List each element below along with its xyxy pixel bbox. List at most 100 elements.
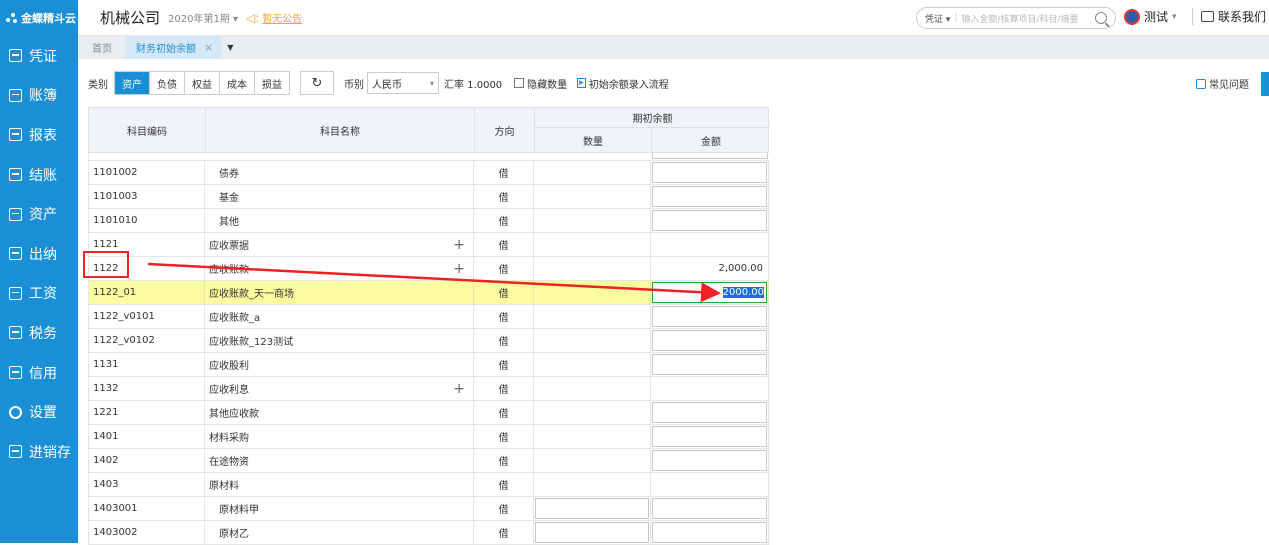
table-row[interactable]: 1122 应收账款 + 借 2,000.00 xyxy=(88,256,769,281)
tab-home[interactable]: 首页 xyxy=(78,40,126,55)
cell-code: 1131 xyxy=(88,352,205,377)
table-row[interactable]: 1122_v0101 应收账款_a 借 xyxy=(88,304,769,329)
cell-name: 应收账款_123测试 xyxy=(205,328,474,353)
cell-code: 1101010 xyxy=(88,208,205,233)
table-row[interactable]: 1121 应收票据 + 借 xyxy=(88,232,769,257)
cell-qty xyxy=(534,448,651,473)
amount-input[interactable] xyxy=(652,498,767,519)
tab-opening-balance[interactable]: 财务初始余额 × xyxy=(126,36,222,59)
tab-dropdown-icon[interactable]: ▼ xyxy=(227,43,233,52)
amount-input[interactable] xyxy=(652,306,767,327)
amount-input[interactable] xyxy=(652,210,767,231)
category-label: 类别 xyxy=(88,79,108,91)
add-sub-account-icon[interactable]: + xyxy=(453,237,465,253)
search-type-select[interactable]: 凭证 ▾ xyxy=(925,12,950,25)
hide-qty-checkbox[interactable] xyxy=(514,78,525,88)
category-tab-1[interactable]: 负债 xyxy=(150,72,185,94)
col-amount-header: 金额 xyxy=(701,136,721,148)
add-sub-account-icon[interactable]: + xyxy=(453,381,465,397)
amount-input[interactable] xyxy=(652,162,767,183)
chat-icon xyxy=(1201,11,1214,22)
avatar xyxy=(1124,8,1140,25)
company-name[interactable]: 机械公司 xyxy=(100,7,160,28)
sidebar-item-3[interactable]: 结账 xyxy=(0,155,78,195)
contact-label: 联系我们 xyxy=(1218,10,1267,24)
sidebar-item-10[interactable]: 进销存 xyxy=(0,432,78,472)
currency-value: 人民币 xyxy=(372,79,402,91)
amount-input[interactable] xyxy=(652,330,767,351)
flow-link[interactable]: 初始余额录入流程 xyxy=(589,76,669,91)
contact-us-button[interactable]: 联系我们 xyxy=(1192,8,1266,25)
refresh-button[interactable]: ↻ xyxy=(300,71,334,95)
close-icon[interactable]: × xyxy=(204,41,213,54)
table-row[interactable]: 1101003 基金 借 xyxy=(88,184,769,209)
sidebar-item-label: 出纳 xyxy=(29,246,57,263)
side-panel-handle[interactable] xyxy=(1261,72,1269,96)
amount-input[interactable]: 2000.00 xyxy=(652,282,767,303)
cell-code: 1122_v0101 xyxy=(88,304,205,329)
amount-input[interactable] xyxy=(652,522,767,543)
cell-name: 原材料甲 xyxy=(205,496,474,521)
cell-qty xyxy=(534,304,651,329)
category-tab-4[interactable]: 损益 xyxy=(255,72,289,94)
cell-direction: 借 xyxy=(474,376,534,401)
cell-qty xyxy=(534,232,651,257)
add-sub-account-icon[interactable]: + xyxy=(453,261,465,277)
period-selector[interactable]: 2020年第1期 ▾ xyxy=(168,10,238,25)
sidebar-item-label: 设置 xyxy=(29,405,57,422)
table-row[interactable]: 1403001 原材料甲 借 xyxy=(88,496,769,521)
sidebar-item-7[interactable]: 税务 xyxy=(0,313,78,353)
cell-qty xyxy=(534,520,651,545)
table-row[interactable]: 1132 应收利息 + 借 xyxy=(88,376,769,401)
cell-code: 1402 xyxy=(88,448,205,473)
logo[interactable]: 金蝶精斗云 xyxy=(0,0,78,36)
table-row[interactable]: 1101002 债券 借 xyxy=(88,160,769,185)
sidebar-item-5[interactable]: 出纳 xyxy=(0,234,78,274)
table-row[interactable]: 1131 应收股利 借 xyxy=(88,352,769,377)
sidebar-item-8[interactable]: 信用 xyxy=(0,353,78,393)
tab-bar: 首页 财务初始余额 × ▼ xyxy=(78,36,1269,59)
sidebar-item-4[interactable]: 资产 xyxy=(0,194,78,234)
table-row[interactable]: 1402 在途物资 借 xyxy=(88,448,769,473)
user-menu[interactable]: 测试 ▾ xyxy=(1124,8,1177,25)
currency-select[interactable]: 人民币 ▾ xyxy=(367,72,439,94)
table-row[interactable]: 1122_v0102 应收账款_123测试 借 xyxy=(88,328,769,353)
amount-input[interactable] xyxy=(652,426,767,447)
cell-code: 1401 xyxy=(88,424,205,449)
sidebar-item-0[interactable]: 凭证 xyxy=(0,36,78,76)
amount-input[interactable] xyxy=(652,354,767,375)
category-tab-0[interactable]: 资产 xyxy=(115,72,150,94)
account-name: 应收利息 xyxy=(209,385,249,396)
amount-input[interactable] xyxy=(652,186,767,207)
table-row[interactable]: 1403 原材料 借 xyxy=(88,472,769,497)
amount-input[interactable] xyxy=(652,402,767,423)
qty-input[interactable] xyxy=(535,522,649,543)
search-icon[interactable] xyxy=(1095,12,1107,24)
search-box[interactable]: 凭证 ▾ | 输入金额/核算项目/科目/摘要 xyxy=(916,7,1116,29)
table-row[interactable]: 1101010 其他 借 xyxy=(88,208,769,233)
category-tab-3[interactable]: 成本 xyxy=(220,72,255,94)
currency-label: 币别 xyxy=(344,79,364,91)
cell-qty xyxy=(534,256,651,281)
cell-direction: 借 xyxy=(474,520,534,545)
qty-input[interactable] xyxy=(535,498,649,519)
notice-link[interactable]: 暂无公告 xyxy=(262,10,302,25)
sidebar-item-label: 资产 xyxy=(29,207,57,224)
sidebar-item-6[interactable]: 工资 xyxy=(0,274,78,314)
sidebar-item-label: 账簿 xyxy=(29,88,57,105)
tax-icon xyxy=(9,326,22,340)
account-name: 材料采购 xyxy=(209,433,249,444)
table-row[interactable]: 1221 其他应收款 借 xyxy=(88,400,769,425)
table-row[interactable]: 1122_01 应收账款_天一商场 借 2000.00 xyxy=(88,280,769,305)
annotation-box xyxy=(83,251,129,278)
category-tab-2[interactable]: 权益 xyxy=(185,72,220,94)
search-input[interactable]: 输入金额/核算项目/科目/摘要 xyxy=(961,12,1095,25)
faq-link[interactable]: 常见问题 xyxy=(1196,76,1249,91)
table-row[interactable]: 1403002 原材乙 借 xyxy=(88,520,769,545)
sidebar-item-9[interactable]: 设置 xyxy=(0,392,78,432)
sidebar-item-2[interactable]: 报表 xyxy=(0,115,78,155)
cell-name: 债券 xyxy=(205,160,474,185)
table-row[interactable]: 1401 材料采购 借 xyxy=(88,424,769,449)
amount-input[interactable] xyxy=(652,450,767,471)
sidebar-item-1[interactable]: 账簿 xyxy=(0,76,78,116)
